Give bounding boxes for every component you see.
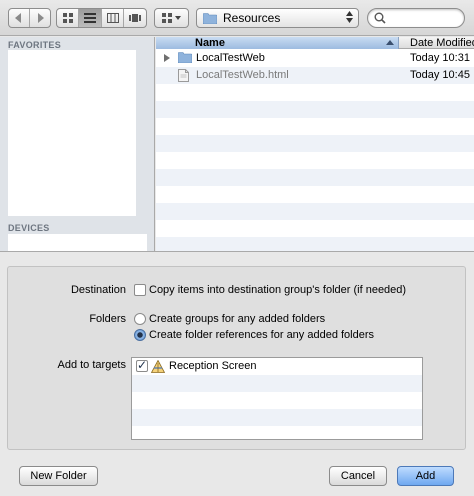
cancel-button[interactable]: Cancel <box>329 466 387 486</box>
date-column-header[interactable]: Date Modified <box>410 37 474 49</box>
file-browser: Name Date Modified LocalTestWeb Today 10… <box>156 37 474 251</box>
create-groups-text: Create groups for any added folders <box>149 313 326 325</box>
empty-row <box>156 135 474 152</box>
list-view-button[interactable] <box>79 9 102 27</box>
add-button[interactable]: Add <box>397 466 454 486</box>
location-label: Resources <box>223 11 281 25</box>
sort-ascending-icon <box>386 40 394 45</box>
coverflow-view-button[interactable] <box>124 9 146 27</box>
devices-list[interactable] <box>8 234 147 251</box>
target-name: Reception Screen <box>169 360 257 372</box>
sidebar: FAVORITES DEVICES <box>0 37 155 251</box>
empty-row <box>156 84 474 101</box>
target-row[interactable]: ✓ Reception Screen <box>132 358 422 375</box>
empty-target-row <box>132 426 422 439</box>
arrange-button[interactable] <box>155 9 188 27</box>
empty-row <box>156 220 474 237</box>
search-field[interactable] <box>367 8 465 28</box>
devices-header: DEVICES <box>8 223 50 233</box>
disclosure-triangle-icon[interactable] <box>164 54 170 62</box>
name-column-header[interactable]: Name <box>156 37 399 49</box>
list-icon <box>84 13 96 23</box>
file-row-html[interactable]: LocalTestWeb.html Today 10:45 <box>156 67 474 84</box>
targets-label: Add to targets <box>57 359 127 371</box>
file-row-folder[interactable]: LocalTestWeb Today 10:31 <box>156 50 474 67</box>
empty-target-row <box>132 375 422 392</box>
back-button[interactable] <box>9 9 30 27</box>
empty-row <box>156 203 474 220</box>
file-name: LocalTestWeb.html <box>196 69 289 81</box>
column-view-button[interactable] <box>102 9 124 27</box>
favorites-list[interactable] <box>8 50 136 216</box>
view-mode-control <box>56 8 147 28</box>
empty-row <box>156 118 474 135</box>
history-nav <box>8 8 51 28</box>
add-files-options: Destination Copy items into destination … <box>7 266 466 450</box>
chevron-left-icon <box>14 13 21 23</box>
favorites-header: FAVORITES <box>8 40 62 50</box>
create-folder-refs-radio[interactable] <box>134 329 146 341</box>
panel-divider <box>0 251 474 252</box>
location-popup[interactable]: Resources <box>196 8 359 28</box>
forward-button[interactable] <box>30 9 50 27</box>
file-date: Today 10:45 <box>410 69 470 81</box>
targets-list: ✓ Reception Screen <box>131 357 423 440</box>
create-groups-radio[interactable] <box>134 313 146 325</box>
file-name: LocalTestWeb <box>196 52 265 64</box>
file-list-rows: LocalTestWeb Today 10:31 LocalTestWeb.ht… <box>156 50 474 251</box>
chevron-down-icon <box>175 16 181 20</box>
folder-icon <box>203 12 217 24</box>
app-target-icon <box>151 360 165 373</box>
file-list-header: Name Date Modified <box>156 37 474 49</box>
search-icon <box>374 12 386 24</box>
empty-target-row <box>132 409 422 426</box>
empty-row <box>156 237 474 251</box>
icon-grid-icon <box>62 13 73 23</box>
empty-row <box>156 101 474 118</box>
empty-row <box>156 152 474 169</box>
empty-target-row <box>132 392 422 409</box>
create-folder-refs-text: Create folder references for any added f… <box>149 329 375 341</box>
columns-icon <box>106 13 119 23</box>
arrange-menu[interactable] <box>154 8 189 28</box>
search-input[interactable] <box>390 11 460 25</box>
name-column-label: Name <box>195 37 225 49</box>
copy-items-text: Copy items into destination group's fold… <box>149 284 407 296</box>
empty-row <box>156 169 474 186</box>
icon-view-button[interactable] <box>57 9 79 27</box>
destination-label: Destination <box>70 284 126 296</box>
new-folder-button[interactable]: New Folder <box>19 466 98 486</box>
copy-items-checkbox[interactable] <box>134 284 146 296</box>
folder-icon <box>178 52 192 63</box>
empty-row <box>156 186 474 203</box>
arrange-grid-icon <box>162 13 172 23</box>
toolbar: Resources <box>0 0 474 36</box>
folders-label: Folders <box>89 313 126 325</box>
checkmark-icon: ✓ <box>137 358 148 372</box>
file-date: Today 10:31 <box>410 52 470 64</box>
html-file-icon <box>178 69 189 82</box>
coverflow-icon <box>129 14 141 22</box>
updown-arrows-icon <box>346 11 353 25</box>
chevron-right-icon <box>37 13 44 23</box>
